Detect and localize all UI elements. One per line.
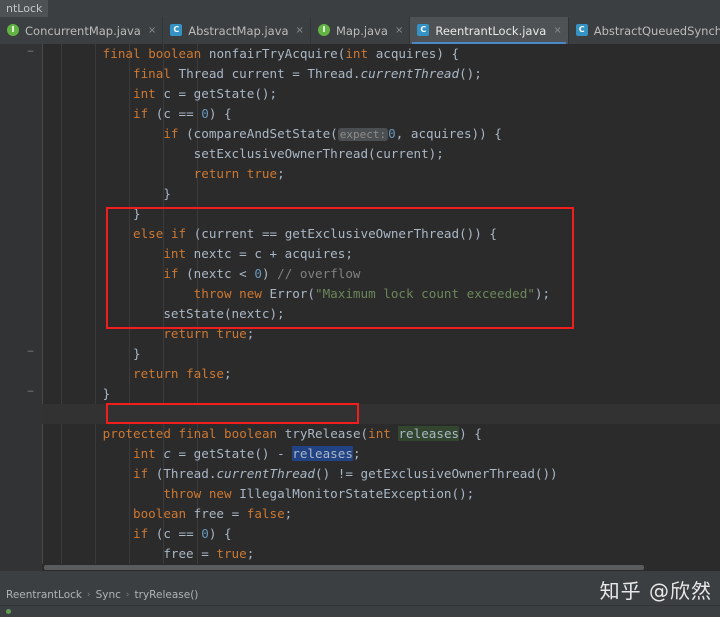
class-icon [417,24,430,37]
code-content[interactable]: final boolean nonfairTryAcquire(int acqu… [0,44,720,571]
top-strip: ntLock [0,0,720,17]
breadcrumb-separator-icon: › [125,590,130,600]
code-line[interactable]: final Thread current = Thread.currentThr… [0,64,720,84]
close-icon[interactable]: × [395,25,403,36]
tab-label: ReentrantLock.java [435,23,547,38]
tab-abstractqueuedsynchronizer-java[interactable]: AbstractQueuedSynchronizer.java × [568,17,720,44]
horizontal-scrollbar-thumb[interactable] [44,565,644,570]
editor-tab-bar[interactable]: ConcurrentMap.java × AbstractMap.java × … [0,17,720,44]
interface-icon [317,24,331,37]
tab-label: Map.java [335,23,388,38]
code-line[interactable]: free = true; [0,544,720,564]
selected-text[interactable]: releases [292,446,353,461]
breadcrumb-item-sync[interactable]: Sync [96,589,121,601]
code-line[interactable]: } [0,204,720,224]
tab-abstractmap-java[interactable]: AbstractMap.java × [163,17,311,44]
code-line[interactable]: if (compareAndSetState(expect: 0, acquire… [0,124,720,144]
watermark: 知乎 @欣然 [599,579,712,603]
code-line[interactable]: int c = getState() - releases; [0,444,720,464]
close-icon[interactable]: × [148,25,156,36]
code-line[interactable]: return true; [0,324,720,344]
status-bar [0,605,720,617]
code-line[interactable]: if (Thread.currentThread() != getExclusi… [0,464,720,484]
code-line[interactable]: setExclusiveOwnerThread(current); [0,144,720,164]
breadcrumb-item-reentrantlock[interactable]: ReentrantLock [6,589,82,601]
tab-label: AbstractMap.java [188,23,289,38]
code-line[interactable]: return true; [0,164,720,184]
tab-reentrantlock-java[interactable]: ReentrantLock.java × [410,17,569,44]
inlay-hint: expect: [337,128,389,141]
code-line[interactable]: if (c == 0) { [0,524,720,544]
code-line[interactable]: return false; [0,364,720,384]
close-icon[interactable]: × [553,25,561,36]
code-line[interactable]: } [0,384,720,404]
code-line[interactable]: setState(nextc); [0,304,720,324]
code-line[interactable] [0,404,720,424]
interface-icon [7,24,20,37]
tab-label: ConcurrentMap.java [25,23,141,38]
partial-window-title: ntLock [0,0,49,17]
tab-map-java[interactable]: Map.java × [310,17,411,44]
breadcrumb-separator-icon: › [86,590,91,600]
code-line[interactable]: protected final boolean tryRelease(int r… [0,424,720,444]
code-line[interactable]: final boolean nonfairTryAcquire(int acqu… [0,44,720,64]
code-line[interactable]: int c = getState(); [0,84,720,104]
code-line[interactable]: throw new IllegalMonitorStateException()… [0,484,720,504]
code-line[interactable]: else if (current == getExclusiveOwnerThr… [0,224,720,244]
status-indicator-icon [6,609,11,614]
class-icon [170,24,183,37]
code-line[interactable]: } [0,184,720,204]
code-line[interactable]: throw new Error("Maximum lock count exce… [0,284,720,304]
breadcrumb-item-tryrelease[interactable]: tryRelease() [135,589,199,601]
code-line[interactable]: if (nextc < 0) // overflow [0,264,720,284]
tab-concurrentmap-java[interactable]: ConcurrentMap.java × [0,17,164,44]
ide-window: ntLock ConcurrentMap.java × AbstractMap.… [0,0,720,617]
code-line[interactable]: boolean free = false; [0,504,720,524]
class-icon [575,24,589,37]
code-editor[interactable]: − − − final boolean nonfairTryAcquire(in… [0,44,720,571]
code-line[interactable]: } [0,344,720,364]
tab-label: AbstractQueuedSynchronizer.java [593,23,720,38]
code-line[interactable]: if (c == 0) { [0,104,720,124]
close-icon[interactable]: × [296,25,304,36]
code-line[interactable]: int nextc = c + acquires; [0,244,720,264]
